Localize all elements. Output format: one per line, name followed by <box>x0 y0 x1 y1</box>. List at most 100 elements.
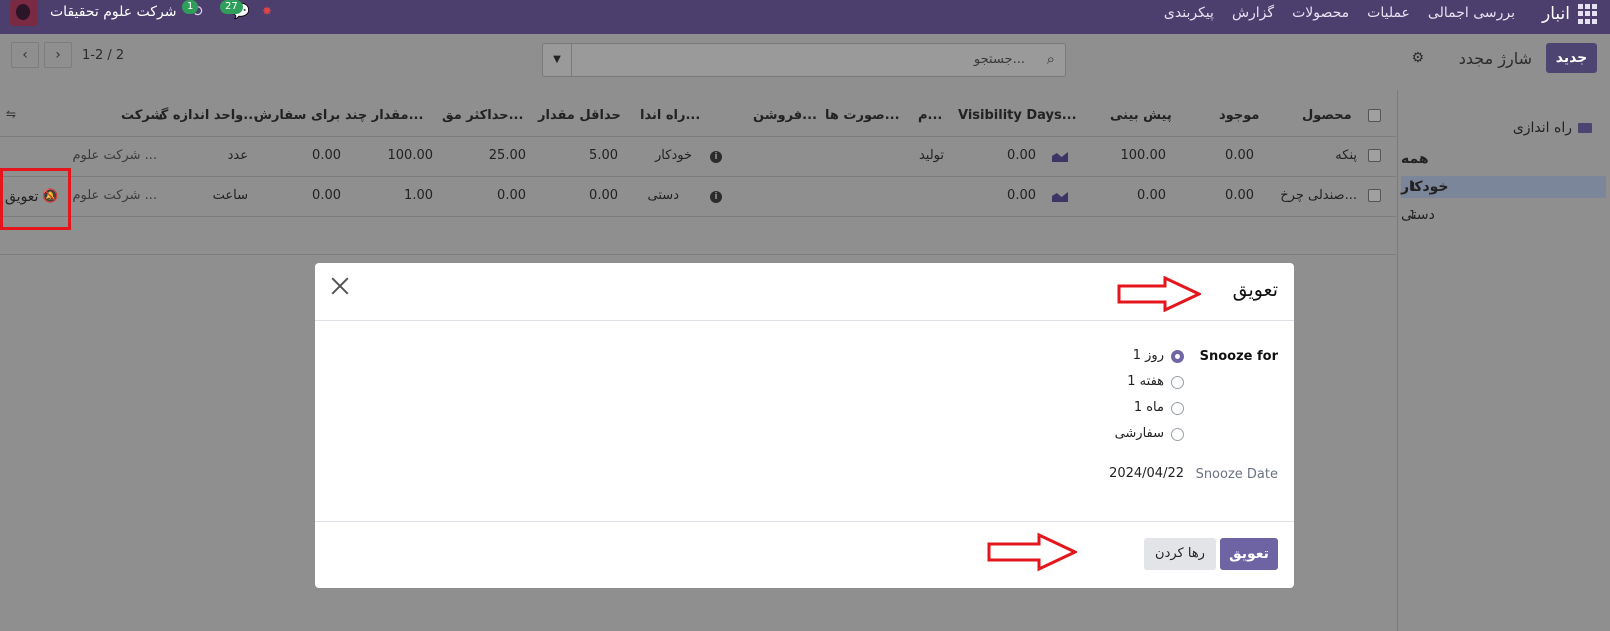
table-row[interactable]: صندلی چرخ... 0.00 0.00 0.00 i دستی 0.00 … <box>0 177 1396 217</box>
cell-multiple-qty: 100.00 <box>387 148 434 163</box>
pager-value[interactable]: 1-2 / 2 <box>82 48 124 63</box>
col-forecast[interactable]: پیش بینی <box>1110 108 1172 123</box>
sidebar-item-count: 1 <box>1409 208 1416 221</box>
optional-columns-icon[interactable]: ⇋ <box>6 107 16 121</box>
search-icon[interactable]: ⌕ <box>1047 50 1055 68</box>
cell-max-qty: 25.00 <box>488 148 526 163</box>
snooze-for-label: Snooze for <box>1199 349 1278 364</box>
debug-icon[interactable]: ✸ <box>262 4 272 18</box>
menu-item-products[interactable]: محصولات <box>1292 5 1349 21</box>
cell-company: شرکت علوم ... <box>72 148 157 163</box>
sidebar-item-auto[interactable]: خودکار 1 <box>1401 176 1606 198</box>
option-custom-label[interactable]: سفارشی <box>1115 426 1164 441</box>
snooze-date-field[interactable]: 2024/04/22 <box>1109 466 1184 481</box>
cell-to-order: 0.00 <box>312 188 341 203</box>
option-1-month-label[interactable]: 1 ماه <box>1134 400 1164 415</box>
dialog-header: تعویق <box>315 263 1294 321</box>
bell-slash-icon[interactable]: 🔕 <box>42 189 58 204</box>
select-all-checkbox[interactable] <box>1368 109 1381 122</box>
gear-icon[interactable]: ⚙ <box>1411 50 1424 66</box>
new-button[interactable]: جدید <box>1546 43 1597 73</box>
user-avatar[interactable] <box>10 0 38 26</box>
radio-custom[interactable] <box>1171 428 1184 441</box>
cell-max-qty: 0.00 <box>497 188 526 203</box>
app-name[interactable]: انبار <box>1542 4 1570 24</box>
sidebar-item-label: دستی <box>1401 207 1435 223</box>
snooze-date-label: Snooze Date <box>1195 467 1278 482</box>
radio-1-week[interactable] <box>1171 376 1184 389</box>
menu-item-operations[interactable]: عملیات <box>1367 5 1410 21</box>
search-input[interactable]: جستجو... <box>974 52 1025 67</box>
info-icon[interactable]: i <box>710 151 722 163</box>
cell-uom: ساعت <box>212 188 248 203</box>
annotation-arrow-icon <box>987 532 1077 572</box>
cell-route: تولید <box>918 148 944 163</box>
forecast-chart-icon[interactable] <box>1052 192 1068 202</box>
pager-next-button[interactable]: › <box>44 42 72 68</box>
cell-visibility: 0.00 <box>1007 188 1036 203</box>
cell-on-hand: 0.00 <box>1225 148 1254 163</box>
radio-1-month[interactable] <box>1171 402 1184 415</box>
cell-trigger: خودکار <box>655 148 692 163</box>
snooze-dialog: تعویق Snooze for 1 روز 1 هفته 1 ماه سفار… <box>315 263 1294 588</box>
option-1-day-label[interactable]: 1 روز <box>1133 348 1164 363</box>
page-title: شارژ مجدد <box>1458 49 1532 68</box>
cell-to-order: 0.00 <box>312 148 341 163</box>
cell-min-qty: 5.00 <box>589 148 618 163</box>
row-checkbox[interactable] <box>1368 189 1381 202</box>
company-name[interactable]: شرکت علوم تحقیقات <box>50 4 176 20</box>
cell-trigger: دستی <box>647 188 679 203</box>
replenishment-table: محصول موجود پیش بینی Visibility Days... … <box>0 97 1396 255</box>
cell-company: شرکت علوم ... <box>72 188 157 203</box>
forecast-chart-icon[interactable] <box>1052 152 1068 162</box>
main-menu: بررسی اجمالی عملیات محصولات گزارش پیکربن… <box>1164 5 1515 21</box>
info-icon[interactable]: i <box>710 191 722 203</box>
sidebar-item-count: 1 <box>1409 180 1417 193</box>
col-vendor[interactable]: فروشن... <box>753 108 817 123</box>
col-route[interactable]: صورت ها... <box>825 108 900 123</box>
annotation-arrow-icon <box>1117 276 1201 312</box>
col-trigger[interactable]: راه اندا... <box>640 108 700 123</box>
menu-item-configuration[interactable]: پیکربندی <box>1164 5 1214 21</box>
cell-uom: عدد <box>227 148 248 163</box>
row-checkbox[interactable] <box>1368 149 1381 162</box>
search-panel: راه اندازی همه خودکار 1 دستی 1 <box>1397 90 1610 631</box>
radio-1-day[interactable] <box>1171 350 1184 363</box>
close-icon[interactable] <box>329 275 351 297</box>
discard-button[interactable]: رها کردن <box>1144 538 1216 570</box>
activity-badge: 1 <box>182 0 199 14</box>
table-row[interactable]: پنکه 0.00 100.00 0.00 تولید i خودکار 5.0… <box>0 137 1396 177</box>
option-1-week-label[interactable]: 1 هفته <box>1127 374 1164 389</box>
table-header: محصول موجود پیش بینی Visibility Days... … <box>0 97 1396 137</box>
col-min-qty[interactable]: حداقل مقدار <box>538 108 621 123</box>
cell-forecast: 100.00 <box>1120 148 1167 163</box>
sidebar-item-label: همه <box>1401 151 1429 167</box>
cell-visibility: 0.00 <box>1007 148 1036 163</box>
sidebar-item-all[interactable]: همه <box>1401 148 1606 170</box>
pager-previous-button[interactable]: ‹ <box>11 42 39 68</box>
sidebar-item-manual[interactable]: دستی 1 <box>1401 204 1606 226</box>
col-on-hand[interactable]: موجود <box>1219 108 1259 123</box>
cell-min-qty: 0.00 <box>589 188 618 203</box>
cell-product: پنکه <box>1335 148 1357 163</box>
col-multiple-qty[interactable]: مقدار چند... <box>345 108 423 123</box>
snooze-button[interactable]: تعویق <box>1220 538 1278 570</box>
apps-menu-icon[interactable] <box>1578 4 1598 24</box>
col-visibility-days[interactable]: Visibility Days... <box>958 108 1077 123</box>
col-product[interactable]: محصول <box>1302 108 1352 123</box>
cell-on-hand: 0.00 <box>1225 188 1254 203</box>
snooze-row-button[interactable]: تعویق <box>5 189 38 205</box>
search-toggle-dropdown[interactable]: ▼ <box>543 44 572 76</box>
control-panel: جدید شارژ مجدد ⚙ ▼ جستجو... ⌕ 1-2 / 2 › … <box>0 34 1610 90</box>
table-row-empty <box>0 217 1396 255</box>
menu-item-overview[interactable]: بررسی اجمالی <box>1428 5 1515 21</box>
col-company[interactable]: شرکت <box>121 108 163 123</box>
search-panel-heading-label: راه اندازی <box>1512 120 1572 136</box>
col-max-qty[interactable]: حداکثر مق... <box>442 108 523 123</box>
top-navbar: انبار بررسی اجمالی عملیات محصولات گزارش … <box>0 0 1610 34</box>
col-to-order[interactable]: برای سفارش <box>254 108 340 123</box>
menu-item-reporting[interactable]: گزارش <box>1232 5 1274 21</box>
col-uom[interactable]: واحد اندازه گ... <box>155 108 258 123</box>
col-m[interactable]: م... <box>918 108 942 123</box>
search-bar[interactable]: ▼ جستجو... ⌕ <box>542 43 1066 77</box>
